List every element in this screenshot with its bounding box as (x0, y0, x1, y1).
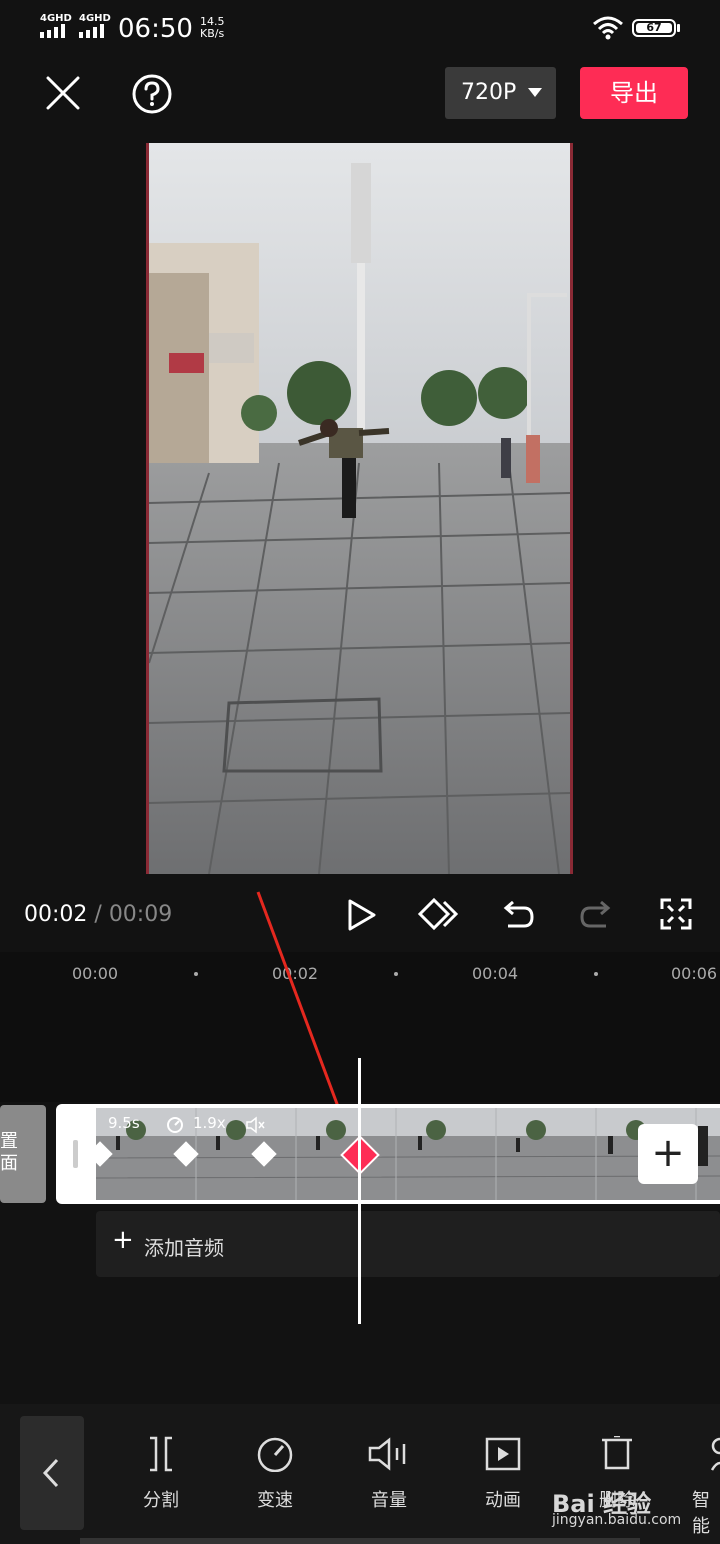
close-icon[interactable] (46, 76, 80, 110)
redo-icon[interactable] (580, 898, 614, 930)
playhead[interactable] (358, 1058, 361, 1324)
ruler-dot (394, 972, 398, 976)
time-separator: / (87, 902, 109, 927)
video-preview[interactable] (146, 143, 573, 874)
help-icon[interactable] (131, 73, 173, 115)
undo-icon[interactable] (500, 898, 534, 930)
clip-trim-handle[interactable] (73, 1140, 78, 1168)
keyframe-add-icon[interactable] (414, 896, 460, 932)
status-bar: 4GHD 4GHD 06:50 14.5 KB/s 67 (0, 0, 720, 60)
clip-speed: 1.9x (193, 1114, 226, 1132)
prev-clip-text: 置 (0, 1131, 18, 1152)
signal-2: 4GHD (79, 14, 111, 38)
add-clip-button[interactable]: + (638, 1124, 698, 1184)
tool-volume[interactable]: 音量 (339, 1436, 439, 1512)
previous-clip-thumbnail[interactable]: 置 面 (0, 1105, 46, 1203)
resolution-label: 720P (461, 80, 517, 105)
ruler-dot (194, 972, 198, 976)
battery-tip (677, 24, 680, 32)
speed-icon (257, 1437, 293, 1473)
smart-icon (710, 1437, 720, 1471)
battery-icon: 67 (632, 19, 676, 37)
split-icon (150, 1436, 172, 1472)
caret-down-icon (528, 88, 542, 97)
ruler-dot (594, 972, 598, 976)
tool-label: 智能 (692, 1490, 710, 1537)
tool-split[interactable]: 分割 (111, 1436, 211, 1512)
battery-level: 67 (636, 22, 672, 33)
scroll-indicator (80, 1538, 640, 1544)
ruler-tick: 00:04 (472, 964, 519, 983)
tool-label: 音量 (371, 1490, 407, 1511)
clip-duration: 9.5s (108, 1114, 140, 1132)
net-speed: 14.5 KB/s (200, 15, 225, 40)
chevron-left-icon (42, 1458, 59, 1488)
wifi-icon (593, 16, 623, 40)
signal-1: 4GHD (40, 14, 72, 38)
clock: 06:50 (118, 14, 193, 44)
watermark-url: jingyan.baidu.com (552, 1512, 682, 1528)
animation-icon (485, 1437, 521, 1471)
playback-time: 00:02 / 00:09 (24, 902, 172, 927)
delete-icon (602, 1434, 632, 1470)
tool-label: 动画 (485, 1490, 521, 1511)
plus-icon: + (112, 1225, 134, 1255)
speed-badge-icon (167, 1117, 183, 1133)
ruler-tick: 00:00 (72, 964, 119, 983)
back-button[interactable] (20, 1416, 84, 1530)
add-audio-label: 添加音频 (144, 1236, 224, 1260)
tool-animation[interactable]: 动画 (453, 1436, 553, 1512)
current-time: 00:02 (24, 902, 88, 927)
tool-speed[interactable]: 变速 (225, 1436, 325, 1512)
export-button[interactable]: 导出 (580, 67, 688, 119)
ruler-tick: 00:06 (671, 964, 718, 983)
fullscreen-icon[interactable] (660, 898, 692, 930)
volume-icon (368, 1437, 406, 1471)
mute-icon[interactable] (245, 1116, 267, 1134)
video-frame-image (149, 143, 570, 874)
add-audio-track[interactable]: + 添加音频 (96, 1211, 720, 1277)
prev-clip-text: 面 (0, 1153, 18, 1174)
resolution-dropdown[interactable]: 720P (445, 67, 556, 119)
tool-label: 分割 (143, 1490, 179, 1511)
tool-label: 变速 (257, 1490, 293, 1511)
total-time: 00:09 (108, 902, 173, 927)
